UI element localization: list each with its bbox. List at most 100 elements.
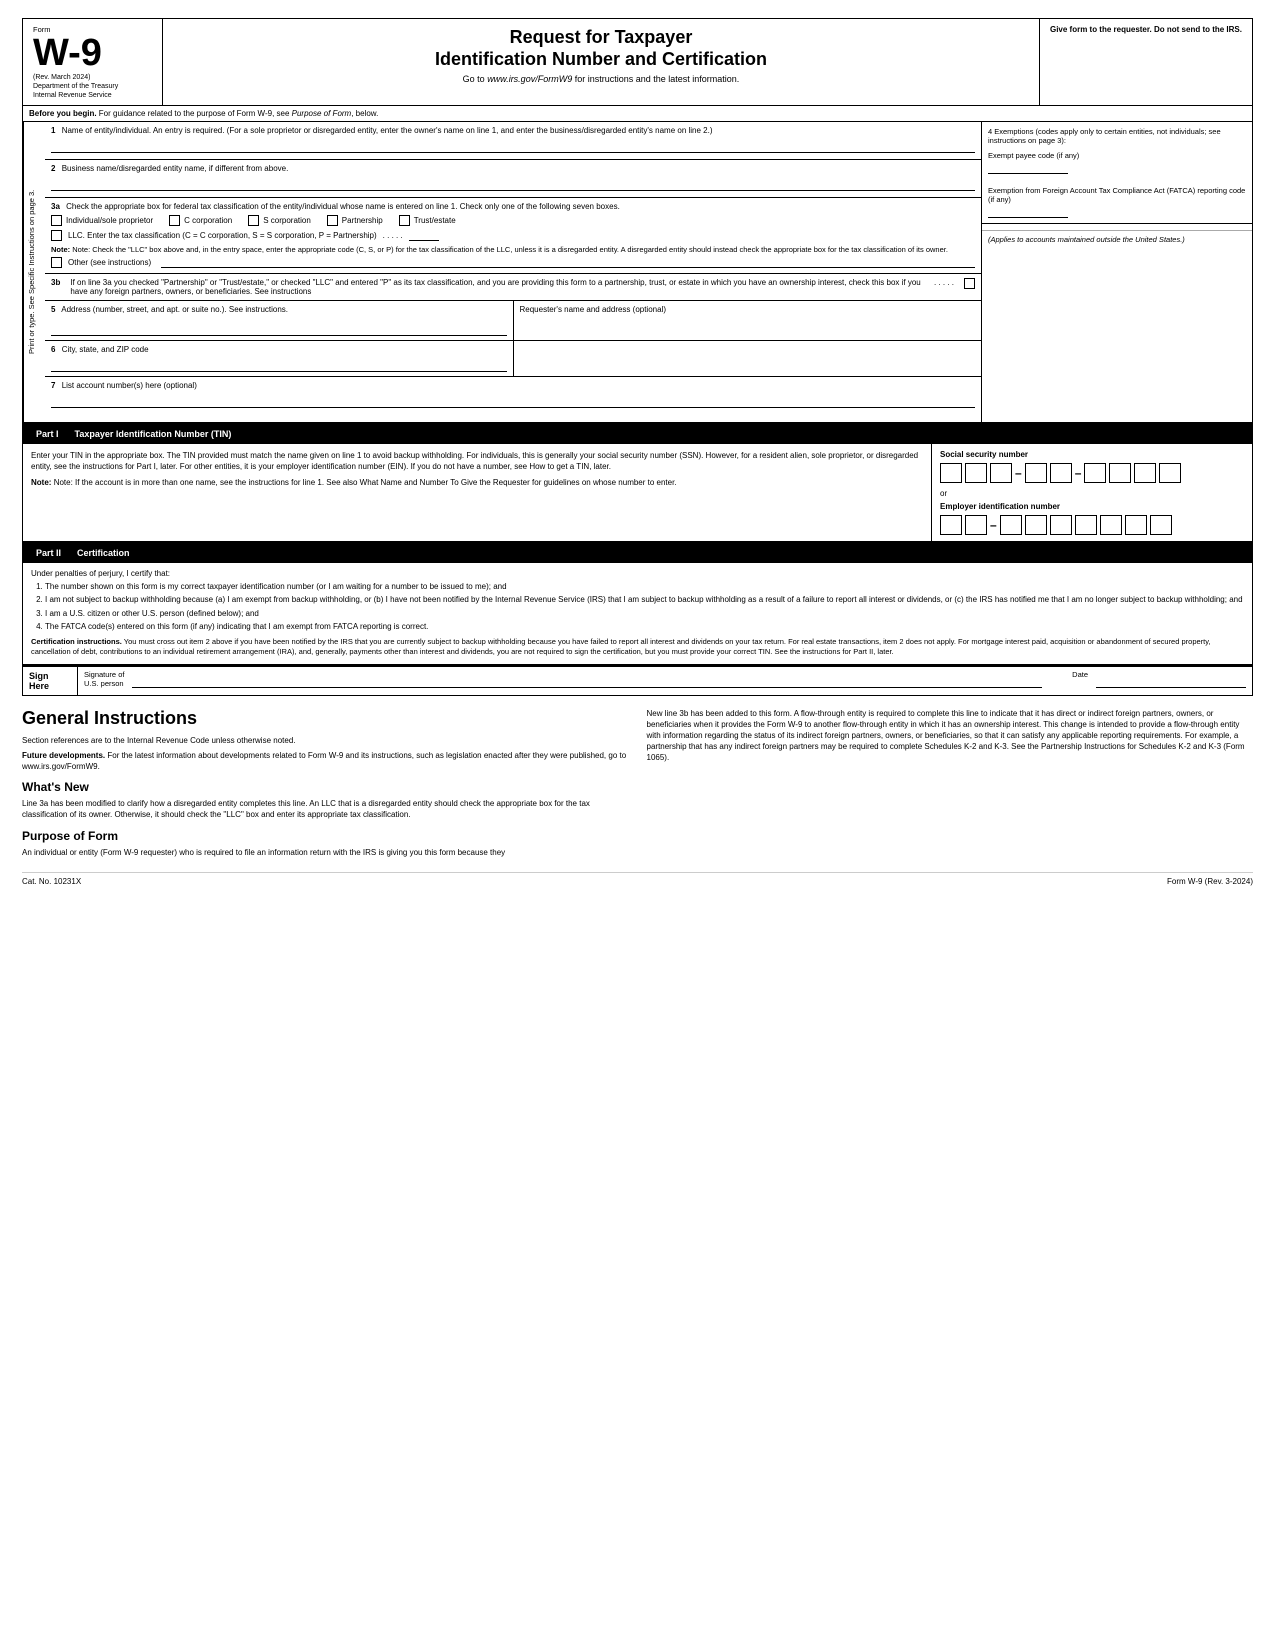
ssn-box-1[interactable]: [940, 463, 962, 483]
ssn-box-4[interactable]: [1025, 463, 1047, 483]
field-5-input[interactable]: [51, 326, 507, 336]
field-3b-text: If on line 3a you checked "Partnership" …: [70, 278, 928, 296]
ein-box-1[interactable]: [940, 515, 962, 535]
purpose-text: An individual or entity (Form W-9 reques…: [22, 847, 629, 858]
field-6-input[interactable]: [51, 362, 507, 372]
form-logo: Form W-9 (Rev. March 2024) Department of…: [23, 19, 163, 105]
part-2-box: Part II: [28, 546, 69, 560]
field-2-input[interactable]: [51, 181, 975, 191]
cert-item-1: The number shown on this form is my corr…: [45, 582, 1244, 592]
ein-box-8[interactable]: [1125, 515, 1147, 535]
date-input[interactable]: [1096, 670, 1246, 688]
under-penalties: Under penalties of perjury, I certify th…: [31, 569, 1244, 578]
page-footer: Cat. No. 10231X Form W-9 (Rev. 3-2024): [22, 872, 1253, 886]
checkbox-s-corp-box[interactable]: [248, 215, 259, 226]
field-6-row: 6 City, state, and ZIP code: [45, 341, 981, 377]
llc-dots: . . . . .: [383, 231, 403, 240]
checkbox-partnership-box[interactable]: [327, 215, 338, 226]
part-1-box: Part I: [28, 427, 67, 441]
checkbox-row: Individual/sole proprietor C corporation…: [51, 215, 975, 226]
checkbox-llc-box[interactable]: [51, 230, 62, 241]
checkbox-s-corp: S corporation: [248, 215, 311, 226]
give-form-note: Give form to the requester. Do not send …: [1040, 19, 1252, 105]
field-3a-row: 3a Check the appropriate box for federal…: [45, 198, 981, 274]
signature-input[interactable]: [132, 670, 1042, 688]
fatca-title: Exemption from Foreign Account Tax Compl…: [988, 186, 1246, 204]
whats-new-text: Line 3a has been modified to clarify how…: [22, 798, 629, 820]
ein-box-4[interactable]: [1025, 515, 1047, 535]
form-fields: 1 Name of entity/individual. An entry is…: [45, 122, 982, 422]
cert-item-2: I am not subject to backup withholding b…: [45, 595, 1244, 605]
field-3b-row: 3b If on line 3a you checked "Partnershi…: [45, 274, 981, 301]
future-dev-label: Future developments.: [22, 751, 105, 760]
checkbox-other-box[interactable]: [51, 257, 62, 268]
exemptions-title: 4 Exemptions (codes apply only to certai…: [988, 127, 1246, 145]
field-7-row: 7 List account number(s) here (optional): [45, 377, 981, 412]
llc-text: LLC. Enter the tax classification (C = C…: [68, 231, 377, 240]
checkbox-3b-box[interactable]: [964, 278, 975, 289]
ein-box-7[interactable]: [1100, 515, 1122, 535]
ssn-box-8[interactable]: [1134, 463, 1156, 483]
form-number: W-9: [33, 34, 102, 72]
tin-right: Social security number – – or Employer i…: [932, 444, 1252, 541]
field-6-text: City, state, and ZIP code: [62, 345, 149, 354]
ssn-box-3[interactable]: [990, 463, 1012, 483]
field-5-label: 5 Address (number, street, and apt. or s…: [51, 305, 507, 314]
requester-label: Requester's name and address (optional): [520, 305, 976, 314]
field-7-input[interactable]: [51, 398, 975, 408]
checkbox-individual-label: Individual/sole proprietor: [66, 216, 153, 225]
ein-box-9[interactable]: [1150, 515, 1172, 535]
checkbox-trust-label: Trust/estate: [414, 216, 456, 225]
form-right: 4 Exemptions (codes apply only to certai…: [982, 122, 1252, 422]
field-5-row: 5 Address (number, street, and apt. or s…: [45, 301, 981, 341]
purpose-title: Purpose of Form: [22, 829, 629, 843]
field-2-row: 2 Business name/disregarded entity name,…: [45, 160, 981, 198]
ein-box-2[interactable]: [965, 515, 987, 535]
llc-row: LLC. Enter the tax classification (C = C…: [51, 230, 975, 241]
signature-row: Signature ofU.S. person Date: [78, 667, 1252, 691]
field-3a-text: Check the appropriate box for federal ta…: [66, 202, 620, 211]
ein-box-5[interactable]: [1050, 515, 1072, 535]
other-input[interactable]: [161, 258, 975, 268]
ssn-box-2[interactable]: [965, 463, 987, 483]
fatca-input[interactable]: [988, 208, 1068, 218]
cert-item-4: The FATCA code(s) entered on this form (…: [45, 622, 1244, 632]
llc-classification-input[interactable]: [409, 231, 439, 241]
general-instructions: General Instructions Section references …: [22, 708, 1253, 862]
tin-section: Enter your TIN in the appropriate box. T…: [22, 444, 1253, 542]
checkbox-c-corp-label: C corporation: [184, 216, 232, 225]
ssn-box-6[interactable]: [1084, 463, 1106, 483]
exempt-payee-input[interactable]: [988, 164, 1068, 174]
ein-box-3[interactable]: [1000, 515, 1022, 535]
field-6-left: 6 City, state, and ZIP code: [45, 341, 514, 376]
checkbox-c-corp-box[interactable]: [169, 215, 180, 226]
field-3b-dots: . . . . .: [934, 278, 954, 287]
field-1-input[interactable]: [51, 143, 975, 153]
field-6-right: [514, 341, 982, 376]
applies-note-text: (Applies to accounts maintained outside …: [988, 235, 1246, 244]
part-2-header: Part II Certification: [22, 542, 1253, 563]
before-begin-label: Before you begin.: [29, 109, 97, 118]
checkbox-trust-box[interactable]: [399, 215, 410, 226]
tin-intro: Enter your TIN in the appropriate box. T…: [31, 450, 923, 472]
exemptions-section: 4 Exemptions (codes apply only to certai…: [982, 122, 1252, 224]
checkbox-individual: Individual/sole proprietor: [51, 215, 153, 226]
field-1-text: Name of entity/individual. An entry is r…: [62, 126, 713, 135]
requester-field: Requester's name and address (optional): [514, 301, 982, 340]
ssn-box-9[interactable]: [1159, 463, 1181, 483]
tin-left: Enter your TIN in the appropriate box. T…: [23, 444, 932, 541]
checkbox-c-corp: C corporation: [169, 215, 232, 226]
other-label: Other (see instructions): [68, 258, 151, 267]
tin-note: Note: Note: If the account is in more th…: [31, 478, 923, 487]
ssn-label: Social security number: [940, 450, 1244, 459]
ein-box-6[interactable]: [1075, 515, 1097, 535]
ssn-box-7[interactable]: [1109, 463, 1131, 483]
ssn-boxes: – –: [940, 463, 1244, 483]
checkbox-s-corp-label: S corporation: [263, 216, 311, 225]
form-title: Request for Taxpayer Identification Numb…: [163, 19, 1040, 105]
ein-label: Employer identification number: [940, 502, 1244, 511]
cert-list: The number shown on this form is my corr…: [45, 582, 1244, 633]
field-1-label: 1 Name of entity/individual. An entry is…: [51, 126, 975, 135]
checkbox-individual-box[interactable]: [51, 215, 62, 226]
ssn-box-5[interactable]: [1050, 463, 1072, 483]
